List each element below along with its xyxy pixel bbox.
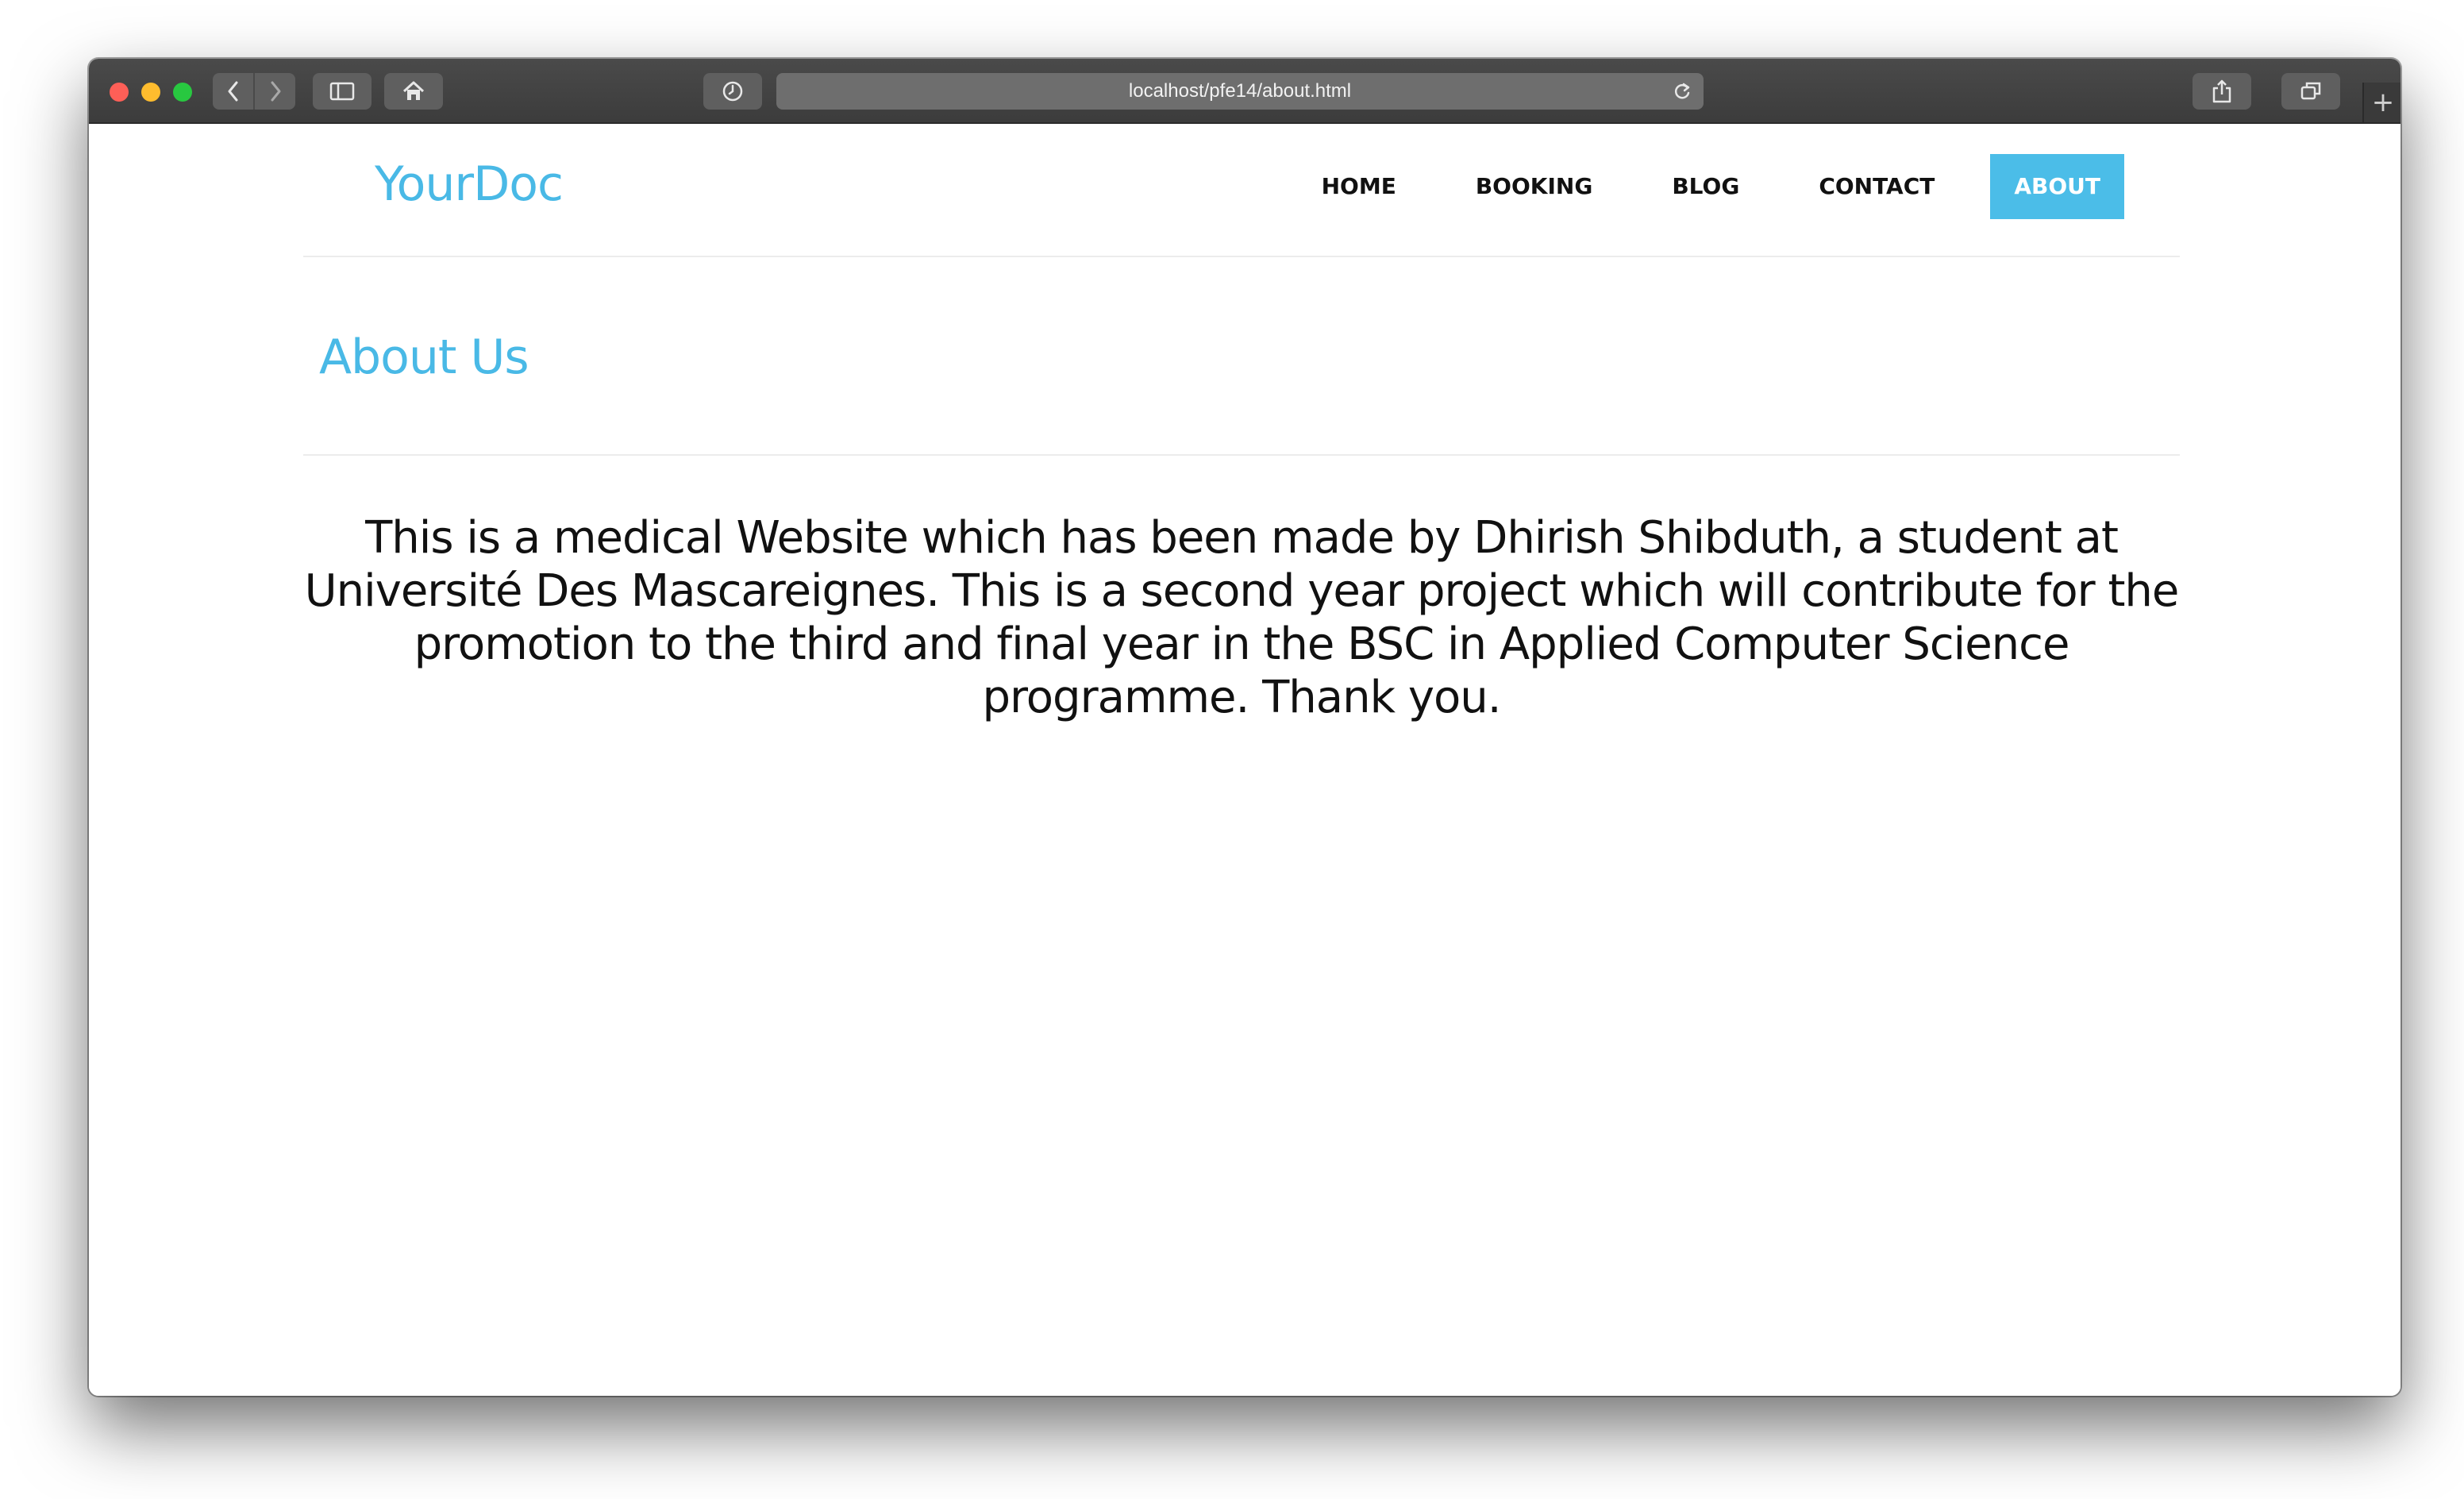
nav-item-about[interactable]: ABOUT <box>1990 154 2124 219</box>
close-window-button[interactable] <box>110 83 129 102</box>
tab-overview-button[interactable] <box>2281 73 2340 110</box>
zoom-window-button[interactable] <box>173 83 192 102</box>
chevron-right-icon <box>271 81 280 102</box>
nav-item-blog[interactable]: BLOG <box>1648 154 1763 219</box>
main-nav: HOME BOOKING BLOG CONTACT ABOUT <box>1266 154 2124 219</box>
home-button[interactable] <box>384 73 443 110</box>
reload-icon[interactable] <box>1672 81 1692 102</box>
page-title: About Us <box>319 329 529 385</box>
minimize-window-button[interactable] <box>141 83 160 102</box>
browser-window: localhost/pfe14/about.html + YourDoc HOM… <box>89 59 2400 1396</box>
about-paragraph: This is a medical Website which has been… <box>304 512 2180 723</box>
share-icon <box>2212 79 2231 103</box>
clock-icon <box>722 81 743 102</box>
home-icon <box>402 81 425 100</box>
nav-item-home[interactable]: HOME <box>1298 154 1420 219</box>
tabs-overview-icon <box>2300 82 2321 100</box>
history-button[interactable] <box>703 73 762 110</box>
nav-item-contact[interactable]: CONTACT <box>1795 154 1958 219</box>
new-tab-button[interactable]: + <box>2362 83 2400 122</box>
browser-toolbar: localhost/pfe14/about.html + <box>89 59 2400 124</box>
sidebar-toggle-button[interactable] <box>313 73 372 110</box>
chevron-left-icon <box>228 81 237 102</box>
address-bar[interactable]: localhost/pfe14/about.html <box>776 73 1704 110</box>
title-divider <box>303 454 2180 456</box>
back-button[interactable] <box>213 73 253 110</box>
site-logo[interactable]: YourDoc <box>375 160 564 208</box>
share-button[interactable] <box>2193 73 2251 110</box>
nav-item-booking[interactable]: BOOKING <box>1452 154 1616 219</box>
sidebar-icon <box>329 82 355 101</box>
back-forward-group <box>213 73 295 110</box>
url-text: localhost/pfe14/about.html <box>1128 80 1352 102</box>
page-viewport: YourDoc HOME BOOKING BLOG CONTACT ABOUT … <box>89 124 2400 1396</box>
site-header: YourDoc HOME BOOKING BLOG CONTACT ABOUT <box>303 124 2180 257</box>
forward-button[interactable] <box>253 73 295 110</box>
